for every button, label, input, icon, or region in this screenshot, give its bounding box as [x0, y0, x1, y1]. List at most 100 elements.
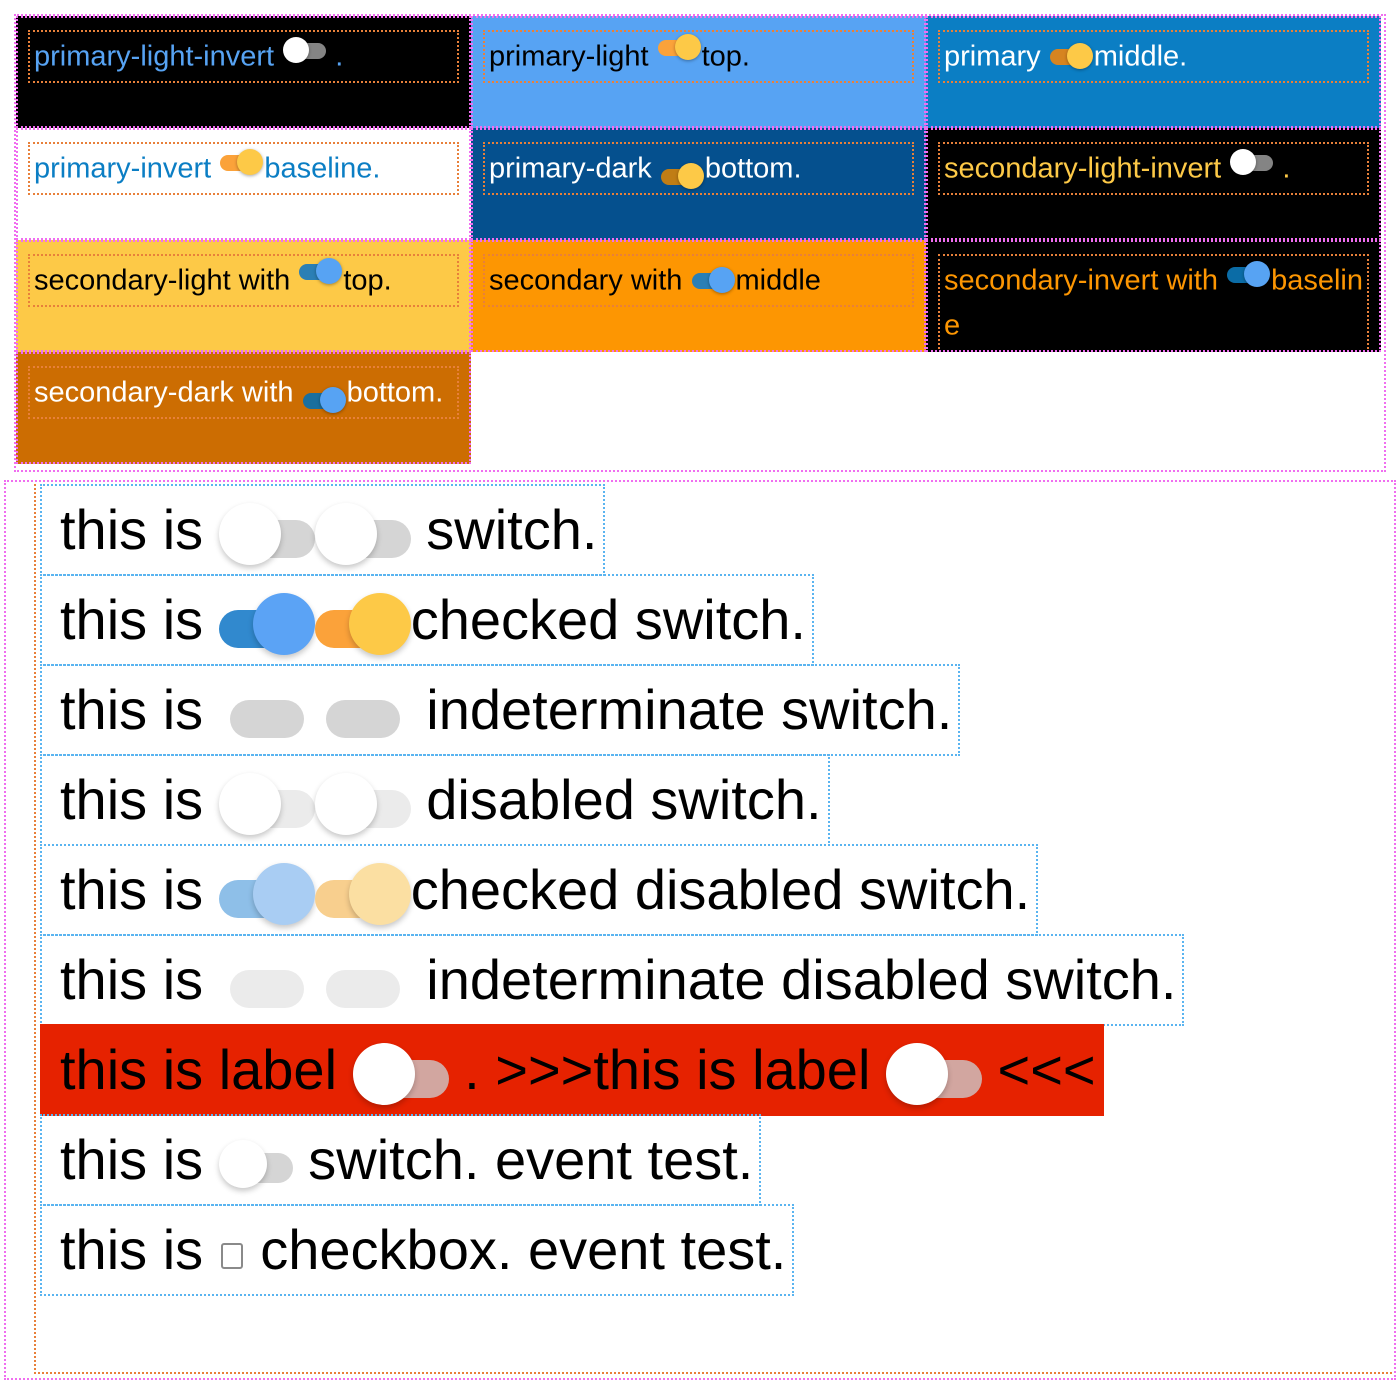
switch-event-test[interactable] — [218, 1140, 293, 1189]
switch-thumb — [218, 503, 281, 566]
swatch-label: secondary-light with top. — [28, 254, 459, 308]
swatch-label: primary-dark bottom. — [483, 142, 914, 196]
swatch-label: secondary with middle — [483, 254, 914, 308]
switch-track — [325, 970, 400, 1009]
demo-row-disabled-switch: this is disabled switch. — [40, 754, 830, 846]
switch-thumb — [252, 593, 315, 656]
swatch-primary-invert: primary-invert baseline. — [16, 128, 471, 240]
switch-indeterminate-b[interactable] — [315, 683, 411, 745]
switch-track — [229, 700, 304, 739]
switch-label-a[interactable] — [352, 1043, 449, 1106]
label-row-text-3: <<< — [981, 1038, 1096, 1101]
switch-checked-disabled-b — [314, 863, 411, 926]
swatch-label: primary-light-invert . — [28, 30, 459, 84]
row-suffix-text: checked disabled switch. — [410, 858, 1031, 921]
row-suffix-text: checked switch. — [410, 588, 806, 651]
switch-secondary-light[interactable] — [299, 257, 343, 285]
swatch-label: secondary-light-invert . — [938, 142, 1369, 196]
swatch-label: secondary-dark with bottom. — [28, 366, 459, 420]
switch-track — [325, 700, 400, 739]
swatch-primary: primary middle. — [926, 16, 1381, 128]
swatch-suffix-text: . — [1274, 152, 1291, 185]
swatch-label: primary-light top. — [483, 30, 914, 84]
swatch-prefix-text: primary-light-invert — [34, 40, 283, 73]
switch-thumb — [352, 1043, 415, 1106]
swatch-prefix-text: primary — [944, 40, 1049, 73]
demo-row-checkbox-event-test: this is checkbox. event test. — [40, 1204, 795, 1296]
swatch-prefix-text: primary-dark — [489, 152, 660, 185]
row-prefix-text: this is — [60, 858, 219, 921]
switch-thumb — [218, 1140, 267, 1189]
switch-indeterminate-a[interactable] — [219, 683, 315, 745]
switch-secondary-light-invert[interactable] — [1230, 148, 1274, 176]
switch-thumb — [283, 37, 310, 63]
switch-thumb — [885, 1043, 948, 1106]
row-prefix-text: this is — [60, 498, 219, 561]
swatch-prefix-text: secondary with — [489, 264, 691, 297]
switch-thumb — [252, 863, 315, 926]
swatch-suffix-text: top. — [701, 40, 750, 73]
swatch-prefix-text: primary-light — [489, 40, 657, 73]
swatch-primary-light-invert: primary-light-invert . — [16, 16, 471, 128]
switch-thumb — [316, 258, 343, 284]
swatch-secondary: secondary with middle — [471, 240, 926, 352]
swatch-secondary-light: secondary-light with top. — [16, 240, 471, 352]
row-prefix-text: this is — [60, 588, 219, 651]
swatch-secondary-light-invert: secondary-light-invert . — [926, 128, 1381, 240]
switch-thumb — [314, 503, 377, 566]
switch-thumb — [218, 773, 281, 836]
switch-primary-dark[interactable] — [660, 162, 704, 190]
switch-secondary-invert[interactable] — [1227, 260, 1271, 288]
label-row-text-2: . >>>this is label — [448, 1038, 886, 1101]
swatch-secondary-invert: secondary-invert with baseline — [926, 240, 1381, 352]
switch-disabled-a — [218, 773, 315, 836]
swatch-label: primary middle. — [938, 30, 1369, 84]
row-suffix-text: indeterminate switch. — [410, 678, 953, 741]
row-suffix-text: switch. event test. — [292, 1128, 754, 1191]
demo-row-label-highlighted: this is label . >>>this is label <<< — [40, 1024, 1104, 1116]
row-suffix-text: disabled switch. — [410, 768, 822, 831]
switch-demo-inner: this is switch. this is checked switch. … — [34, 484, 1392, 1374]
switch-primary-invert[interactable] — [220, 148, 264, 176]
switch-thumb — [708, 267, 735, 294]
swatch-suffix-text: baseline. — [264, 152, 381, 185]
swatch-label: secondary-invert with baseline — [938, 254, 1369, 350]
row-suffix-text: switch. — [410, 498, 598, 561]
switch-primary-light[interactable] — [657, 33, 701, 61]
theme-swatch-grid: primary-light-invert . primary-light top… — [14, 14, 1386, 472]
switch-thumb — [1066, 43, 1093, 70]
swatch-primary-dark: primary-dark bottom. — [471, 128, 926, 240]
switch-secondary[interactable] — [691, 266, 735, 294]
label-row-text-1: this is label — [60, 1038, 353, 1101]
swatch-prefix-text: secondary-dark with — [34, 376, 302, 409]
swatch-suffix-text: middle. — [1093, 40, 1188, 73]
switch-thumb — [677, 163, 704, 190]
switch-checked-a[interactable] — [218, 593, 315, 656]
demo-row-plain-switch: this is switch. — [40, 484, 606, 576]
demo-row-indeterminate-switch: this is indeterminate switch. — [40, 664, 961, 756]
demo-row-switch-event-test: this is switch. event test. — [40, 1114, 762, 1206]
switch-secondary-dark[interactable] — [302, 386, 346, 414]
switch-primary[interactable] — [1049, 42, 1093, 70]
switch-thumb — [1230, 149, 1257, 175]
switch-demo-section: this is switch. this is checked switch. … — [4, 480, 1396, 1380]
switch-plain-b[interactable] — [314, 503, 411, 566]
switch-thumb — [674, 34, 701, 60]
switch-disabled-b — [314, 773, 411, 836]
switch-thumb — [1244, 261, 1271, 287]
row-prefix-text: this is — [60, 1128, 219, 1191]
switch-label-b[interactable] — [885, 1043, 982, 1106]
swatch-suffix-text: bottom. — [346, 376, 444, 409]
row-prefix-text: this is — [60, 768, 219, 831]
switch-checked-b[interactable] — [314, 593, 411, 656]
row-prefix-text: this is — [60, 678, 219, 741]
swatch-secondary-dark: secondary-dark with bottom. — [16, 352, 471, 464]
swatch-prefix-text: primary-invert — [34, 152, 220, 185]
switch-primary-light-invert[interactable] — [283, 36, 327, 64]
switch-plain-a[interactable] — [218, 503, 315, 566]
switch-thumb — [319, 387, 346, 414]
checkbox-event-test[interactable] — [220, 1243, 243, 1269]
switch-checked-disabled-a — [218, 863, 315, 926]
swatch-suffix-text: bottom. — [704, 152, 802, 185]
switch-thumb — [237, 149, 264, 175]
